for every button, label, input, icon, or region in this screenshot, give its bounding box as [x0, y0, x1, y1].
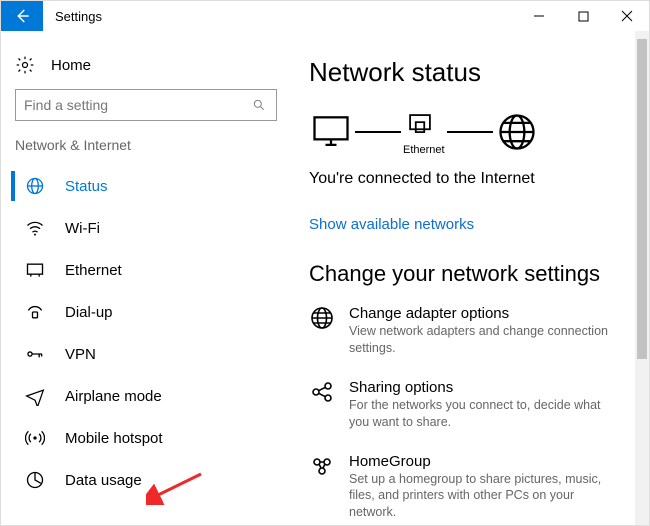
dialup-icon	[25, 302, 45, 322]
sharing-icon	[309, 379, 335, 405]
sidebar-item-label: Airplane mode	[65, 388, 162, 405]
back-button[interactable]	[1, 1, 43, 31]
sidebar-item-dialup[interactable]: Dial-up	[11, 291, 281, 333]
router-block: Ethernet	[403, 108, 445, 156]
page-title: Network status	[309, 57, 631, 88]
sidebar: Home Find a setting Network & Internet S…	[1, 31, 291, 525]
network-diagram: Ethernet	[309, 108, 631, 156]
pc-icon	[309, 110, 353, 154]
hotspot-icon	[25, 428, 45, 448]
content-pane: Network status Ethernet You're connected…	[291, 31, 649, 525]
search-placeholder: Find a setting	[24, 97, 108, 113]
sidebar-item-label: Status	[65, 178, 108, 195]
airplane-icon	[25, 386, 45, 406]
sidebar-item-label: VPN	[65, 346, 96, 363]
setting-homegroup[interactable]: HomeGroup Set up a homegroup to share pi…	[309, 453, 631, 522]
globe-icon	[495, 110, 539, 154]
back-arrow-icon	[13, 7, 31, 25]
wifi-icon	[25, 218, 45, 238]
sidebar-item-label: Mobile hotspot	[65, 430, 163, 447]
search-input[interactable]: Find a setting	[15, 89, 277, 121]
gear-icon	[15, 55, 35, 75]
vpn-icon	[25, 344, 45, 364]
homegroup-icon	[309, 453, 335, 479]
close-icon	[621, 10, 633, 22]
section-heading: Change your network settings	[309, 261, 631, 287]
close-button[interactable]	[605, 1, 649, 31]
window-title: Settings	[43, 1, 517, 31]
search-icon	[250, 98, 268, 112]
status-icon	[25, 176, 45, 196]
titlebar: Settings	[1, 1, 649, 31]
ethernet-icon	[25, 260, 45, 280]
setting-title: Change adapter options	[349, 305, 609, 322]
diagram-label: Ethernet	[403, 144, 445, 156]
sidebar-item-label: Ethernet	[65, 262, 122, 279]
adapter-icon	[309, 305, 335, 331]
window-controls	[517, 1, 649, 31]
connection-status: You're connected to the Internet	[309, 170, 631, 188]
sidebar-item-airplane[interactable]: Airplane mode	[11, 375, 281, 417]
sidebar-item-label: Dial-up	[65, 304, 113, 321]
datausage-icon	[25, 470, 45, 490]
router-icon	[403, 108, 437, 142]
sidebar-item-wifi[interactable]: Wi-Fi	[11, 207, 281, 249]
minimize-icon	[533, 10, 545, 22]
sidebar-item-label: Wi-Fi	[65, 220, 100, 237]
home-label: Home	[51, 57, 91, 74]
setting-adapter-options[interactable]: Change adapter options View network adap…	[309, 305, 631, 357]
sidebar-item-status[interactable]: Status	[11, 165, 281, 207]
setting-desc: Set up a homegroup to share pictures, mu…	[349, 471, 609, 522]
show-networks-link[interactable]: Show available networks	[309, 216, 631, 233]
maximize-button[interactable]	[561, 1, 605, 31]
scrollbar[interactable]	[635, 31, 649, 525]
sidebar-item-ethernet[interactable]: Ethernet	[11, 249, 281, 291]
sidebar-item-datausage[interactable]: Data usage	[11, 459, 281, 501]
maximize-icon	[578, 11, 589, 22]
sidebar-item-label: Data usage	[65, 472, 142, 489]
scrollbar-thumb[interactable]	[637, 39, 647, 359]
minimize-button[interactable]	[517, 1, 561, 31]
home-button[interactable]: Home	[11, 49, 281, 85]
sidebar-item-vpn[interactable]: VPN	[11, 333, 281, 375]
setting-title: Sharing options	[349, 379, 609, 396]
category-heading: Network & Internet	[11, 135, 281, 159]
diagram-line	[355, 131, 401, 133]
setting-title: HomeGroup	[349, 453, 609, 470]
sidebar-item-hotspot[interactable]: Mobile hotspot	[11, 417, 281, 459]
setting-sharing-options[interactable]: Sharing options For the networks you con…	[309, 379, 631, 431]
nav-list: Status Wi-Fi Ethernet	[11, 165, 281, 501]
setting-desc: View network adapters and change connect…	[349, 323, 609, 357]
diagram-line	[447, 131, 493, 133]
setting-desc: For the networks you connect to, decide …	[349, 397, 609, 431]
